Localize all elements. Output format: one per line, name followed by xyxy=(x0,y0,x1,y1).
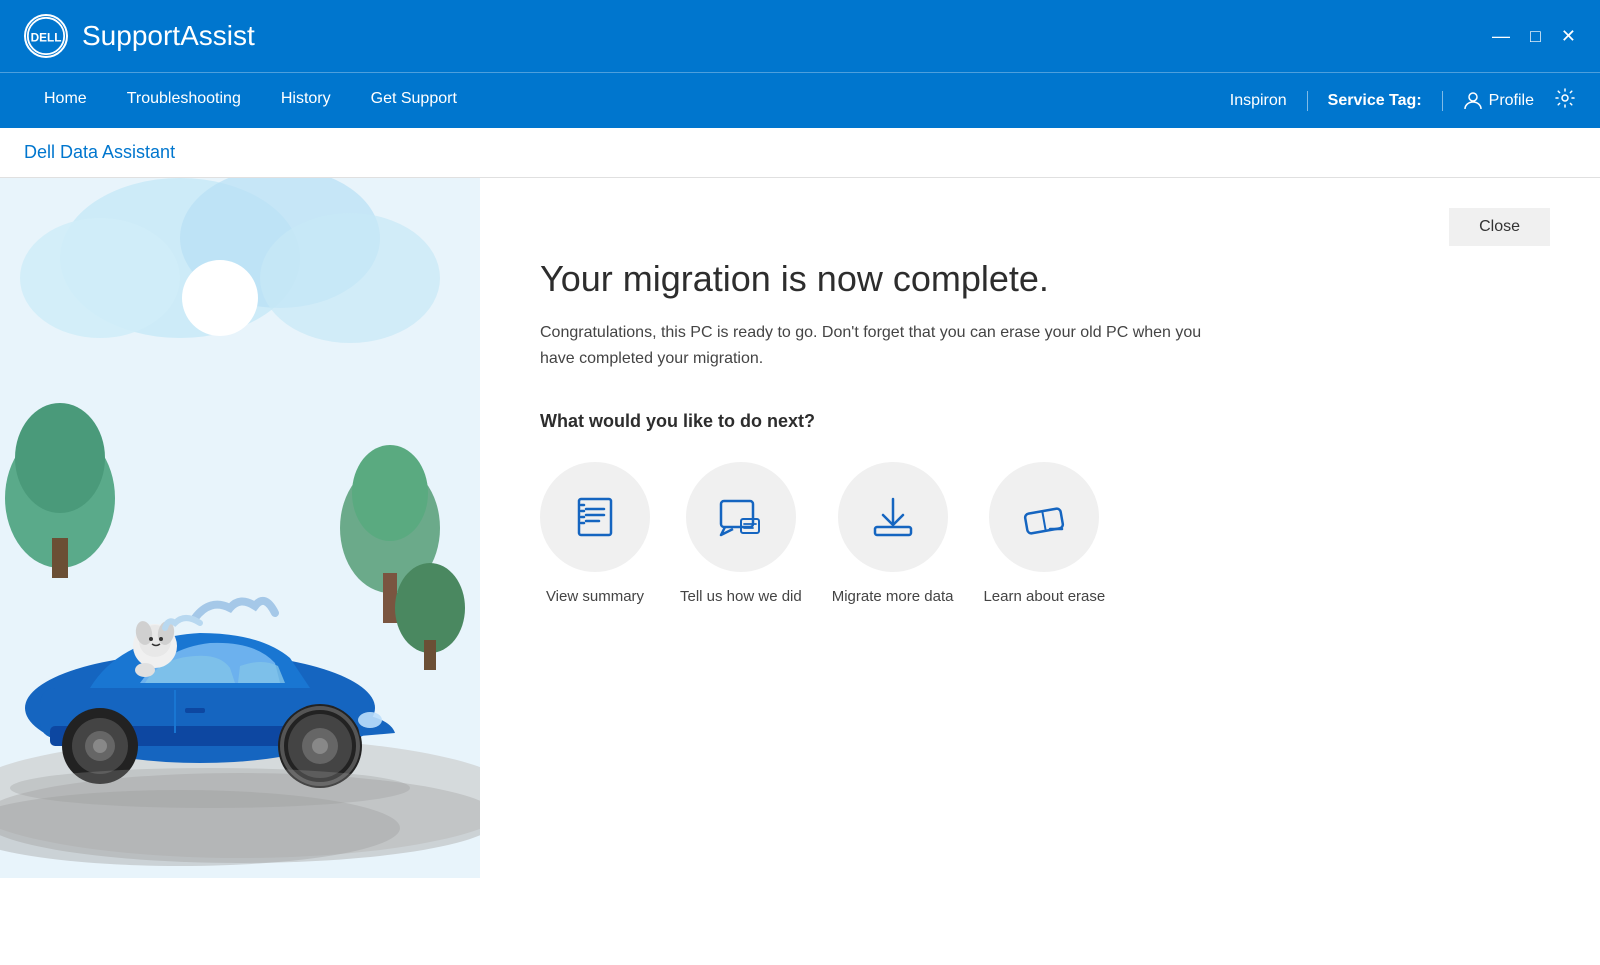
eraser-icon xyxy=(1018,491,1070,543)
tell-us-circle xyxy=(686,462,796,572)
action-buttons: View summary Tell us how we did xyxy=(540,462,1540,605)
main-content: Close Your migration is now complete. Co… xyxy=(0,178,1600,963)
close-window-button[interactable]: ✕ xyxy=(1561,27,1576,45)
profile-icon xyxy=(1463,91,1483,111)
migration-description: Congratulations, this PC is ready to go.… xyxy=(540,320,1220,371)
profile-label: Profile xyxy=(1489,92,1534,110)
service-tag-label: Service Tag: xyxy=(1328,92,1422,110)
minimize-button[interactable]: — xyxy=(1492,27,1510,45)
next-label: What would you like to do next? xyxy=(540,411,1540,432)
migration-title: Your migration is now complete. xyxy=(540,258,1540,300)
download-icon xyxy=(867,491,919,543)
tell-us-label: Tell us how we did xyxy=(680,588,802,605)
titlebar: DELL SupportAssist — □ ✕ xyxy=(0,0,1600,72)
migrate-more-label: Migrate more data xyxy=(832,588,954,605)
navbar: Home Troubleshooting History Get Support… xyxy=(0,72,1600,128)
tell-us-button[interactable]: Tell us how we did xyxy=(680,462,802,605)
nav-left: Home Troubleshooting History Get Support xyxy=(24,73,1230,129)
nav-troubleshooting[interactable]: Troubleshooting xyxy=(107,73,261,129)
profile-button[interactable]: Profile xyxy=(1463,91,1534,111)
app-title: SupportAssist xyxy=(82,20,1492,52)
sub-header-title: Dell Data Assistant xyxy=(24,142,175,162)
view-summary-label: View summary xyxy=(546,588,644,605)
nav-get-support[interactable]: Get Support xyxy=(351,73,477,129)
migrate-more-button[interactable]: Migrate more data xyxy=(832,462,954,605)
illustration-svg xyxy=(0,178,480,878)
sub-header: Dell Data Assistant xyxy=(0,128,1600,178)
content-side: Close Your migration is now complete. Co… xyxy=(480,178,1600,963)
service-tag-text: Service Tag: xyxy=(1328,92,1422,109)
nav-right: Inspiron Service Tag: Profile xyxy=(1230,87,1576,115)
window-controls: — □ ✕ xyxy=(1492,27,1576,45)
device-name: Inspiron xyxy=(1230,92,1287,110)
close-button[interactable]: Close xyxy=(1449,208,1550,246)
view-summary-button[interactable]: View summary xyxy=(540,462,650,605)
svg-text:DELL: DELL xyxy=(31,30,62,44)
learn-erase-button[interactable]: Learn about erase xyxy=(983,462,1105,605)
learn-erase-label: Learn about erase xyxy=(983,588,1105,605)
settings-icon[interactable] xyxy=(1554,87,1576,115)
view-summary-circle xyxy=(540,462,650,572)
learn-erase-circle xyxy=(989,462,1099,572)
migrate-more-circle xyxy=(838,462,948,572)
dell-logo: DELL xyxy=(24,14,68,58)
nav-divider xyxy=(1307,91,1308,111)
illustration-side xyxy=(0,178,480,963)
list-icon xyxy=(569,491,621,543)
nav-history[interactable]: History xyxy=(261,73,351,129)
nav-divider-2 xyxy=(1442,91,1443,111)
feedback-icon xyxy=(715,491,767,543)
maximize-button[interactable]: □ xyxy=(1530,27,1541,45)
nav-home[interactable]: Home xyxy=(24,73,107,129)
